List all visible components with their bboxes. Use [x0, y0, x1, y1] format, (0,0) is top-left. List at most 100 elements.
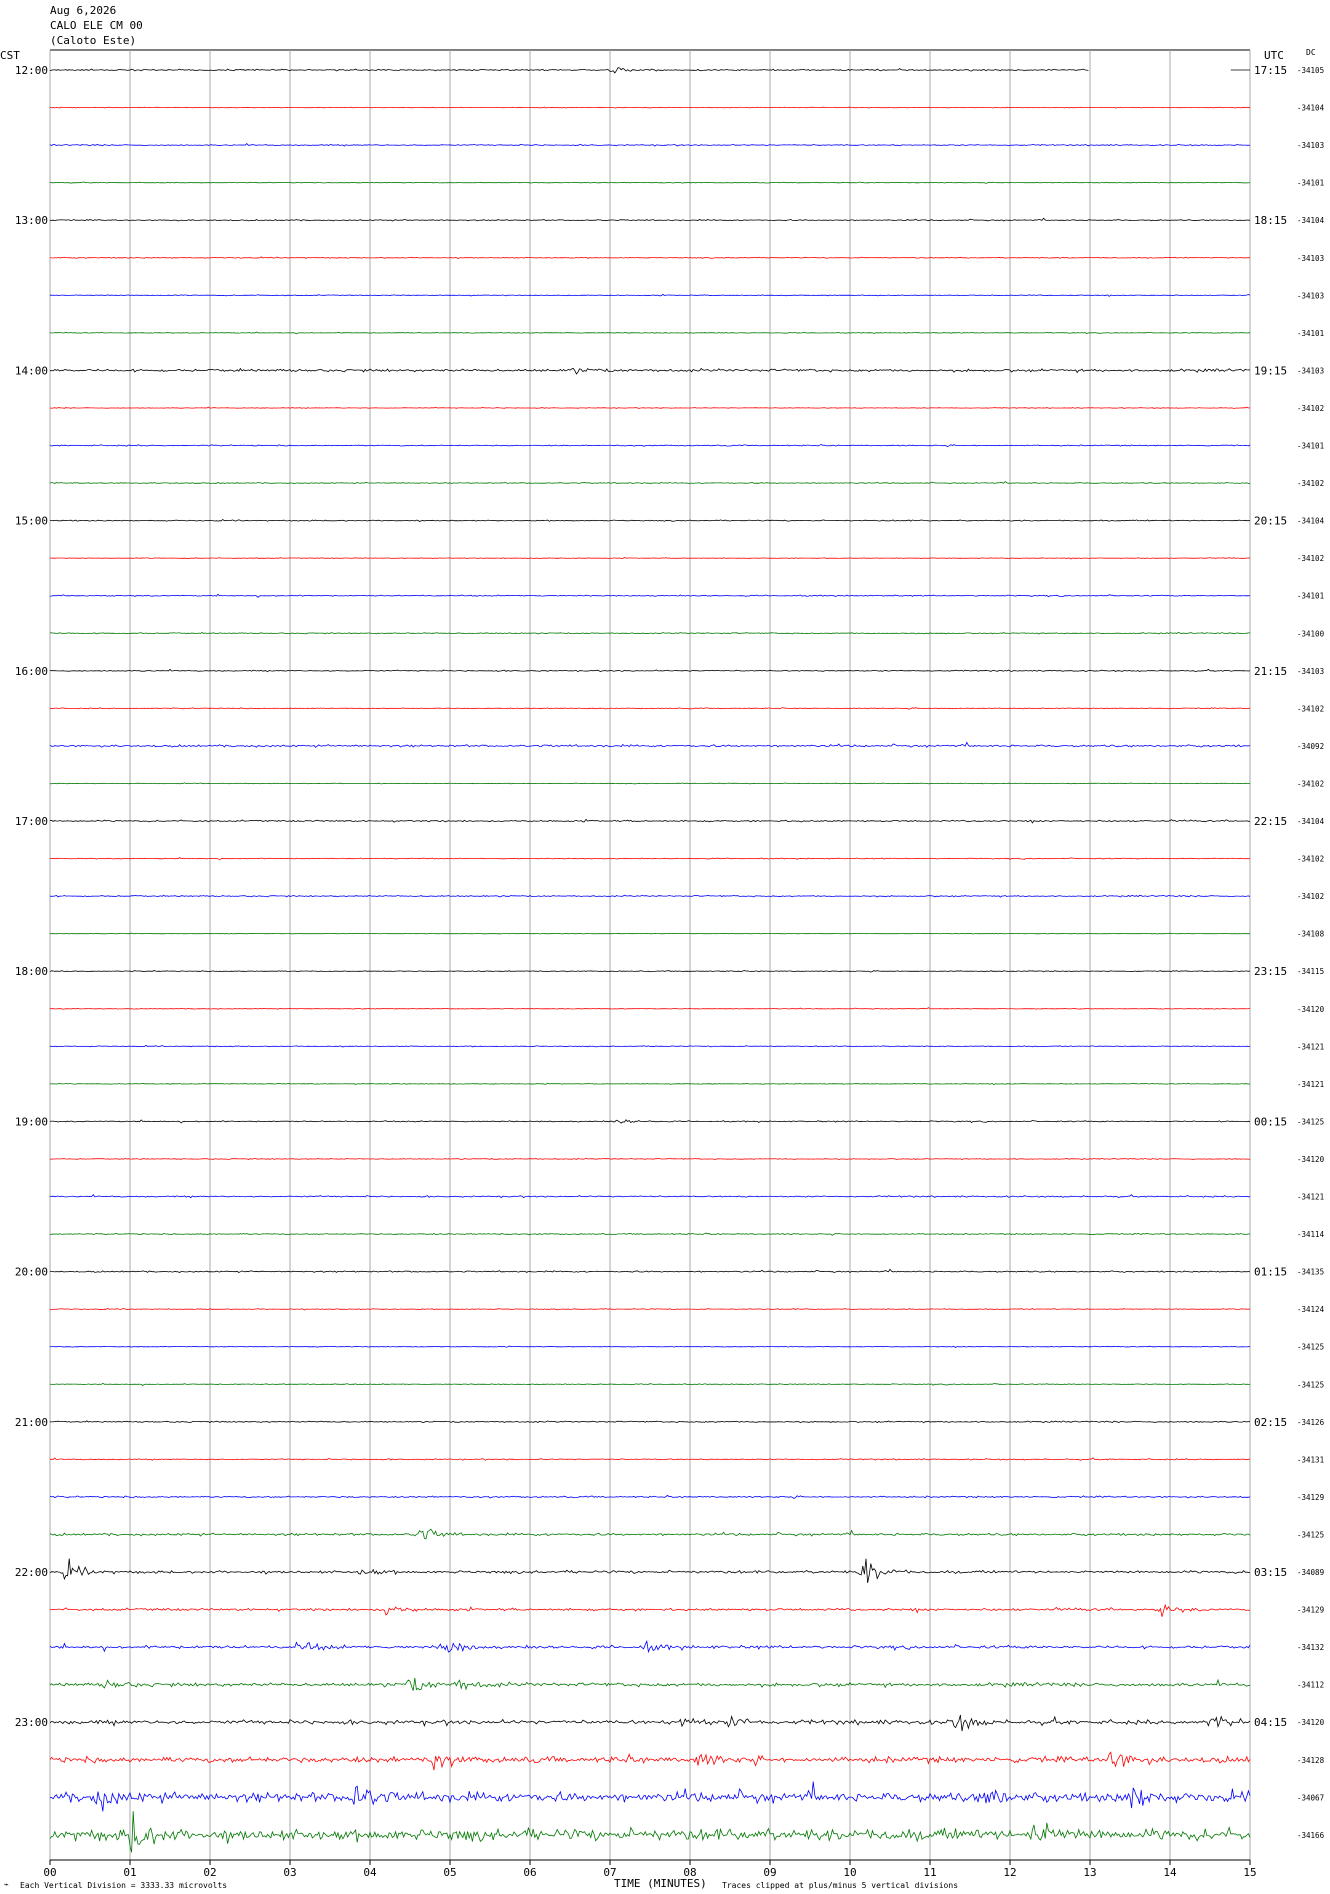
- utc-hour-label: 00:15: [1254, 1115, 1287, 1128]
- dc-offset-label: -34092: [1297, 742, 1324, 751]
- x-tick-label: 10: [843, 1866, 856, 1879]
- scale-note: Each Vertical Division = 3333.33 microvo…: [20, 1881, 228, 1890]
- utc-hour-label: 21:15: [1254, 665, 1287, 678]
- trace-row-33: [49, 1307, 1251, 1311]
- x-tick-label: 09: [763, 1866, 776, 1879]
- dc-offset-label: -34102: [1297, 855, 1324, 864]
- x-tick-label: 06: [523, 1866, 536, 1879]
- dc-offset-label: -34129: [1297, 1493, 1324, 1502]
- trace-row-32: [50, 1268, 1251, 1273]
- trace-row-20: [49, 818, 1251, 824]
- trace-row-39: [49, 1528, 1251, 1540]
- trace-row-28: [49, 1119, 1251, 1124]
- trace-row-6: [49, 293, 1251, 297]
- dc-offset-label: -34121: [1297, 1042, 1324, 1051]
- dc-offset-label: -34102: [1297, 404, 1324, 413]
- dc-offset-label: -34105: [1297, 66, 1324, 75]
- trace-row-43: [49, 1677, 1251, 1691]
- trace-row-17: [49, 707, 1250, 710]
- trace-row-14: [49, 593, 1251, 598]
- trace-row-35: [49, 1382, 1251, 1386]
- trace-row-23: [50, 932, 1250, 935]
- cst-hour-label: 18:00: [15, 965, 48, 978]
- dc-offset-label: -34104: [1297, 817, 1325, 826]
- dc-offset-label: -34103: [1297, 141, 1324, 150]
- clip-note: Traces clipped at plus/minus 5 vertical …: [722, 1881, 959, 1890]
- dc-offset-label: -34112: [1297, 1681, 1324, 1690]
- trace-row-22: [49, 894, 1251, 898]
- trace-row-42: [49, 1639, 1251, 1654]
- dc-offset-label: -34089: [1297, 1568, 1324, 1577]
- dc-offset-label: -34125: [1297, 1117, 1324, 1126]
- station-label: CALO ELE CM 00: [50, 19, 143, 32]
- dc-offset-label: -34102: [1297, 554, 1324, 563]
- trace-row-10: [49, 443, 1251, 448]
- right-timezone-label: UTC: [1264, 49, 1284, 62]
- trace-row-45: [49, 1751, 1251, 1771]
- dc-offset-label: -34104: [1297, 517, 1325, 526]
- dc-offset-label: -34125: [1297, 1343, 1324, 1352]
- trace-row-0: [49, 67, 1089, 74]
- trace-row-13: [49, 557, 1251, 560]
- trace-row-4: [50, 217, 1250, 222]
- date-label: Aug 6,2026: [50, 4, 117, 17]
- utc-hour-label: 22:15: [1254, 815, 1287, 828]
- trace-row-26: [50, 1044, 1250, 1048]
- x-tick-label: 15: [1243, 1866, 1256, 1879]
- cst-hour-label: 21:00: [15, 1416, 48, 1429]
- trace-row-25: [50, 1007, 1250, 1010]
- trace-row-8: [49, 367, 1251, 375]
- cst-hour-label: 22:00: [15, 1566, 48, 1579]
- x-tick-label: 00: [43, 1866, 56, 1879]
- trace-row-40: [49, 1558, 1251, 1583]
- utc-hour-label: 19:15: [1254, 364, 1287, 377]
- dc-offset-label: -34121: [1297, 1080, 1324, 1089]
- dc-offset-label: -34120: [1297, 1005, 1325, 1014]
- dc-offset-label: -34101: [1297, 179, 1324, 188]
- x-tick-label: 13: [1083, 1866, 1096, 1879]
- trace-row-3: [49, 181, 1251, 184]
- trace-row-34: [49, 1345, 1251, 1348]
- trace-row-18: [49, 741, 1251, 748]
- cst-hour-label: 19:00: [15, 1115, 48, 1128]
- dc-offset-label: -34102: [1297, 779, 1324, 788]
- utc-hour-label: 01:15: [1254, 1266, 1287, 1279]
- dc-offset-label: -34131: [1297, 1455, 1324, 1464]
- dc-offset-label: -34103: [1297, 254, 1324, 263]
- dc-offset-label: -34067: [1297, 1793, 1324, 1802]
- cst-hour-label: 12:00: [15, 64, 48, 77]
- cst-hour-label: 23:00: [15, 1716, 48, 1729]
- cst-hour-label: 20:00: [15, 1266, 48, 1279]
- cst-hour-label: 14:00: [15, 364, 48, 377]
- utc-hour-label: 02:15: [1254, 1416, 1287, 1429]
- x-tick-label: 04: [363, 1866, 377, 1879]
- dc-offset-label: -34103: [1297, 667, 1324, 676]
- dc-offset-label: -34120: [1297, 1718, 1325, 1727]
- utc-hour-label: 20:15: [1254, 515, 1287, 528]
- trace-row-44: [49, 1714, 1251, 1732]
- dc-offset-label: -34108: [1297, 930, 1325, 939]
- cst-hour-label: 13:00: [15, 214, 48, 227]
- dc-offset-label: -34102: [1297, 704, 1324, 713]
- x-tick-label: 05: [443, 1866, 456, 1879]
- trace-row-7: [49, 331, 1250, 335]
- dc-offset-label: -34120: [1297, 1155, 1325, 1164]
- dc-offset-label: -34135: [1297, 1268, 1324, 1277]
- trace-row-9: [49, 406, 1251, 409]
- trace-row-12: [49, 518, 1251, 522]
- trace-row-21: [49, 857, 1250, 861]
- left-timezone-label: CST: [0, 49, 20, 62]
- location-label: (Caloto Este): [50, 34, 137, 47]
- cst-hour-label: 15:00: [15, 515, 48, 528]
- trace-row-15: [49, 632, 1251, 635]
- dc-offset-label: -34115: [1297, 967, 1324, 976]
- trace-row-47: [49, 1811, 1251, 1853]
- x-tick-label: 11: [923, 1866, 936, 1879]
- dc-offset-label: -34132: [1297, 1643, 1324, 1652]
- dc-offset-label: -34128: [1297, 1756, 1325, 1765]
- dc-offset-label: -34114: [1297, 1230, 1325, 1239]
- utc-hour-label: 04:15: [1254, 1716, 1287, 1729]
- trace-row-1: [49, 106, 1251, 109]
- utc-hour-label: 23:15: [1254, 965, 1287, 978]
- x-tick-label: 01: [123, 1866, 136, 1879]
